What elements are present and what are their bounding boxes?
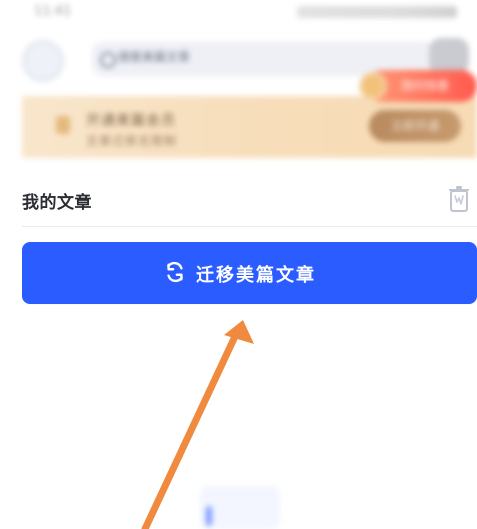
bottom-blurred-fragment bbox=[200, 486, 280, 529]
promo-subtitle: 文章迁移无限制 bbox=[86, 134, 178, 148]
trash-icon[interactable] bbox=[447, 184, 471, 214]
section-title: 我的文章 bbox=[22, 193, 92, 213]
search-icon bbox=[100, 52, 116, 68]
bottom-blur-bar bbox=[206, 506, 212, 526]
promo-chip-icon bbox=[359, 72, 387, 100]
status-time: 11:41 bbox=[34, 4, 72, 19]
promo-title: 开通美篇会员 bbox=[86, 113, 176, 129]
migrate-articles-button[interactable]: 迁移美篇文章 bbox=[22, 242, 477, 304]
promo-chip: 限时特惠 bbox=[359, 70, 477, 102]
status-bar: 11:41 bbox=[0, 0, 477, 26]
promo-cta-label: 立即开通 bbox=[391, 119, 440, 133]
profile-icon[interactable] bbox=[429, 38, 469, 74]
promo-cta-button[interactable]: 立即开通 bbox=[369, 110, 461, 142]
refresh-icon bbox=[167, 261, 183, 283]
status-icons bbox=[297, 6, 457, 18]
back-button[interactable] bbox=[22, 40, 64, 82]
promo-icon bbox=[56, 116, 70, 134]
search-placeholder: 搜索美篇文章 bbox=[118, 50, 191, 64]
section-divider bbox=[22, 226, 477, 227]
migrate-articles-label: 迁移美篇文章 bbox=[196, 265, 316, 286]
my-articles-section: 我的文章 bbox=[22, 182, 477, 218]
promo-chip-label: 限时特惠 bbox=[401, 79, 450, 93]
promo-banner[interactable]: 限时特惠 开通美篇会员 文章迁移无限制 立即开通 bbox=[22, 70, 477, 158]
blurred-top-region: 11:41 搜索美篇文章 限时特惠 开通美篇会员 文章迁移无限制 立即开通 bbox=[0, 0, 477, 172]
